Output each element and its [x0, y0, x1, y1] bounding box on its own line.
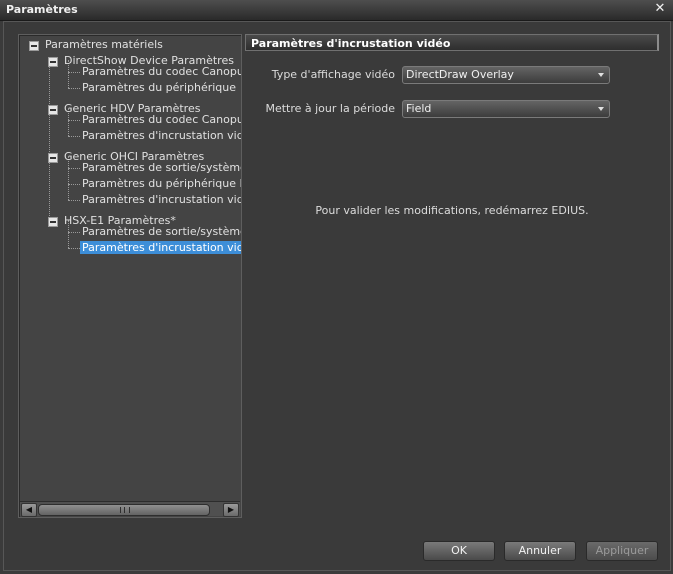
- tree-horizontal-scrollbar[interactable]: ◀ ▶: [20, 501, 240, 517]
- minus-box-icon[interactable]: [29, 41, 39, 51]
- tree-item-label: Paramètres d'incrustation vidéo: [82, 129, 241, 142]
- tree-item[interactable]: Paramètres de sortie/système: [80, 160, 241, 176]
- tree-item-label: Paramètres d'incrustation vidéo: [82, 193, 241, 206]
- tree-item-label: Paramètres du codec Canopus HQ: [82, 65, 241, 78]
- ok-button[interactable]: OK: [423, 541, 495, 561]
- section-header: Paramètres d'incrustation vidéo: [245, 34, 659, 51]
- tree-guide-line: [49, 60, 50, 216]
- tree-root[interactable]: Paramètres matériels: [29, 37, 165, 53]
- tree-root-label: Paramètres matériels: [45, 38, 163, 51]
- settings-tree: Paramètres matériels DirectShow Device P…: [19, 35, 241, 499]
- tree-item[interactable]: Paramètres d'incrustation vidéo: [80, 192, 241, 208]
- tree-item-label: Paramètres du périphérique DV: [82, 177, 241, 190]
- tree-guide-line: [68, 136, 80, 137]
- tree-guide-line: [68, 88, 80, 89]
- tree-item[interactable]: Paramètres de sortie/système: [80, 224, 241, 240]
- tree-guide-line: [68, 232, 80, 233]
- chevron-down-icon: [598, 73, 604, 77]
- scrollbar-thumb[interactable]: [38, 504, 210, 516]
- scroll-left-icon[interactable]: ◀: [21, 503, 37, 517]
- tree-item[interactable]: Paramètres du périphérique: [80, 80, 238, 96]
- restart-notice: Pour valider les modifications, redémarr…: [315, 204, 589, 217]
- minus-box-icon[interactable]: [48, 105, 58, 115]
- title-bar: Paramètres ✕: [0, 0, 673, 21]
- tree-item[interactable]: Paramètres du codec Canopus HQ: [80, 64, 241, 80]
- tree-guide-line: [68, 248, 80, 249]
- tree-item-label: Paramètres d'incrustation vidéo: [80, 241, 241, 254]
- grip-icon: [120, 507, 130, 513]
- apply-button[interactable]: Appliquer: [586, 541, 658, 561]
- display-type-select[interactable]: DirectDraw Overlay: [402, 66, 610, 84]
- display-type-label: Type d'affichage vidéo: [271, 68, 395, 81]
- update-period-label: Mettre à jour la période: [265, 102, 395, 115]
- tree-item-label: Paramètres de sortie/système: [82, 161, 241, 174]
- minus-box-icon[interactable]: [48, 153, 58, 163]
- tree-item-selected[interactable]: Paramètres d'incrustation vidéo: [80, 240, 241, 256]
- tree-guide-line: [68, 200, 80, 201]
- tree-guide-line: [68, 184, 80, 185]
- minus-box-icon[interactable]: [48, 57, 58, 67]
- display-type-value: DirectDraw Overlay: [406, 68, 514, 81]
- tree-guide-line: [68, 72, 80, 73]
- close-icon[interactable]: ✕: [653, 1, 667, 17]
- update-period-value: Field: [406, 102, 432, 115]
- tree-guide-line: [68, 168, 80, 169]
- cancel-button[interactable]: Annuler: [504, 541, 576, 561]
- update-period-select[interactable]: Field: [402, 100, 610, 118]
- chevron-down-icon: [598, 107, 604, 111]
- tree-guide-line: [68, 120, 80, 121]
- tree-item[interactable]: Paramètres du codec Canopus HQ: [80, 112, 241, 128]
- settings-tree-panel: Paramètres matériels DirectShow Device P…: [18, 34, 242, 518]
- tree-item[interactable]: Paramètres d'incrustation vidéo: [80, 128, 241, 144]
- window-title: Paramètres: [6, 3, 78, 16]
- tree-item-label: Paramètres du périphérique: [82, 81, 237, 94]
- tree-item-label: Paramètres du codec Canopus HQ: [82, 113, 241, 126]
- tree-item-label: Paramètres de sortie/système: [82, 225, 241, 238]
- scroll-right-icon[interactable]: ▶: [223, 503, 239, 517]
- settings-dialog: Paramètres matériels DirectShow Device P…: [3, 21, 671, 571]
- minus-box-icon[interactable]: [48, 217, 58, 227]
- tree-item[interactable]: Paramètres du périphérique DV: [80, 176, 241, 192]
